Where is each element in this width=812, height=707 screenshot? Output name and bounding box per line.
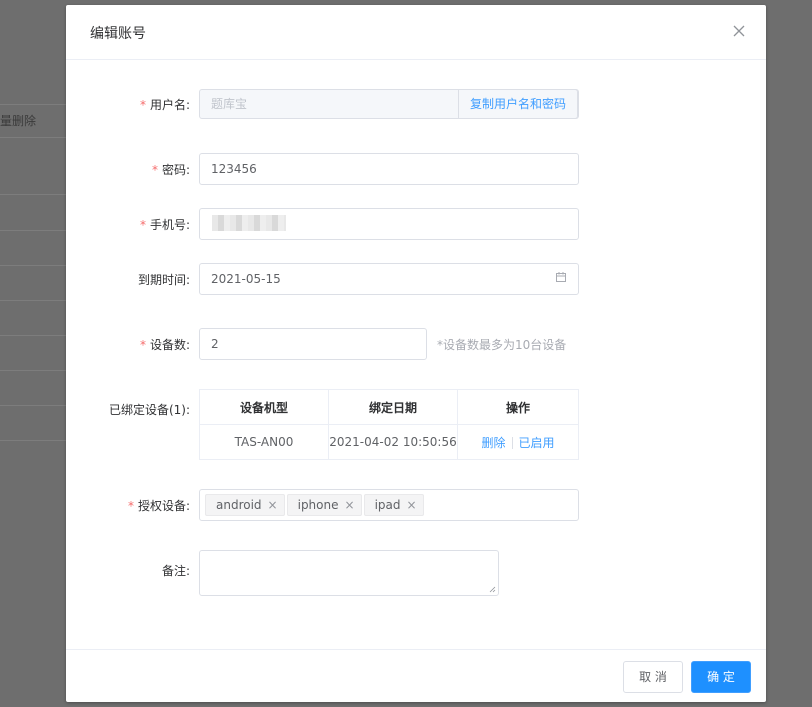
- copy-credentials-button[interactable]: 复制用户名和密码: [457, 89, 578, 119]
- bg-divider: [0, 405, 66, 406]
- bg-divider: [0, 137, 66, 138]
- bg-divider: [0, 104, 66, 105]
- bg-divider: [0, 194, 66, 195]
- bg-divider: [0, 440, 66, 441]
- expire-value: 2021-05-15: [211, 272, 281, 286]
- dialog-title: 编辑账号: [90, 26, 146, 42]
- authorized-devices-label: * 授权设备:: [127, 499, 190, 513]
- device-count-hint: *设备数最多为10台设备: [437, 338, 567, 352]
- resize-handle-icon[interactable]: [489, 586, 496, 593]
- column-header-date: 绑定日期: [328, 389, 458, 425]
- tag-close-icon[interactable]: ×: [406, 498, 416, 512]
- bg-divider: [0, 335, 66, 336]
- expire-label: 到期时间:: [137, 273, 190, 287]
- tag-close-icon[interactable]: ×: [345, 498, 355, 512]
- device-count-value: 2: [211, 337, 219, 351]
- username-input[interactable]: 题库宝 复制用户名和密码: [199, 89, 579, 119]
- redacted-phone: [212, 215, 286, 231]
- dialog-header: 编辑账号: [66, 5, 766, 60]
- column-header-actions: 操作: [457, 389, 579, 425]
- authorized-devices-select[interactable]: android × iphone × ipad ×: [199, 489, 579, 521]
- required-mark: *: [139, 218, 146, 232]
- bound-devices-table: 设备机型 绑定日期 操作 TAS-AN00 2021-04-02 10:50:5…: [199, 389, 579, 460]
- dialog-footer: 取 消 确 定: [66, 649, 766, 703]
- required-mark: *: [139, 338, 146, 352]
- required-mark: *: [151, 163, 158, 177]
- enabled-status-link[interactable]: 已启用: [519, 436, 555, 450]
- bg-bulk-delete-text: 批量删除: [0, 114, 37, 128]
- bg-divider: [0, 300, 66, 301]
- required-mark: *: [139, 98, 146, 112]
- device-count-input[interactable]: 2: [199, 328, 427, 360]
- remark-textarea[interactable]: [199, 550, 499, 596]
- table-row: TAS-AN00 2021-04-02 10:50:56 删除 已启用: [199, 424, 579, 460]
- expire-date-picker[interactable]: 2021-05-15: [199, 263, 579, 295]
- device-model-cell: TAS-AN00: [199, 424, 329, 460]
- username-label: * 用户名:: [139, 98, 190, 112]
- phone-input[interactable]: [199, 208, 579, 240]
- phone-label: * 手机号:: [139, 218, 190, 232]
- password-input[interactable]: 123456: [199, 153, 579, 185]
- bind-date-cell: 2021-04-02 10:50:56: [328, 424, 458, 460]
- divider: [511, 437, 513, 449]
- tag-ipad: ipad ×: [363, 494, 424, 516]
- device-count-label: * 设备数:: [139, 338, 190, 352]
- bound-devices-label: 已绑定设备(1):: [108, 403, 190, 417]
- calendar-icon: [556, 272, 566, 282]
- edit-account-dialog: 编辑账号 * 用户名: 题库宝 复制用户名和密码 * 密码: 123456 * 手机号…: [66, 5, 766, 702]
- close-icon[interactable]: [732, 24, 746, 38]
- bg-divider: [0, 230, 66, 231]
- confirm-button[interactable]: 确 定: [691, 661, 751, 693]
- bg-divider: [0, 370, 66, 371]
- table-header-row: 设备机型 绑定日期 操作: [199, 389, 579, 425]
- cancel-button[interactable]: 取 消: [623, 661, 683, 693]
- password-value: 123456: [211, 162, 257, 176]
- tag-iphone: iphone ×: [286, 494, 362, 516]
- required-mark: *: [127, 499, 134, 513]
- delete-device-link[interactable]: 删除: [481, 436, 505, 450]
- remark-label: 备注:: [161, 564, 190, 578]
- tag-close-icon[interactable]: ×: [268, 498, 278, 512]
- password-label: * 密码:: [151, 163, 190, 177]
- bg-divider: [0, 265, 66, 266]
- column-header-model: 设备机型: [199, 389, 329, 425]
- actions-cell: 删除 已启用: [457, 424, 579, 460]
- username-value: 题库宝: [211, 97, 248, 111]
- tag-android: android ×: [205, 494, 285, 516]
